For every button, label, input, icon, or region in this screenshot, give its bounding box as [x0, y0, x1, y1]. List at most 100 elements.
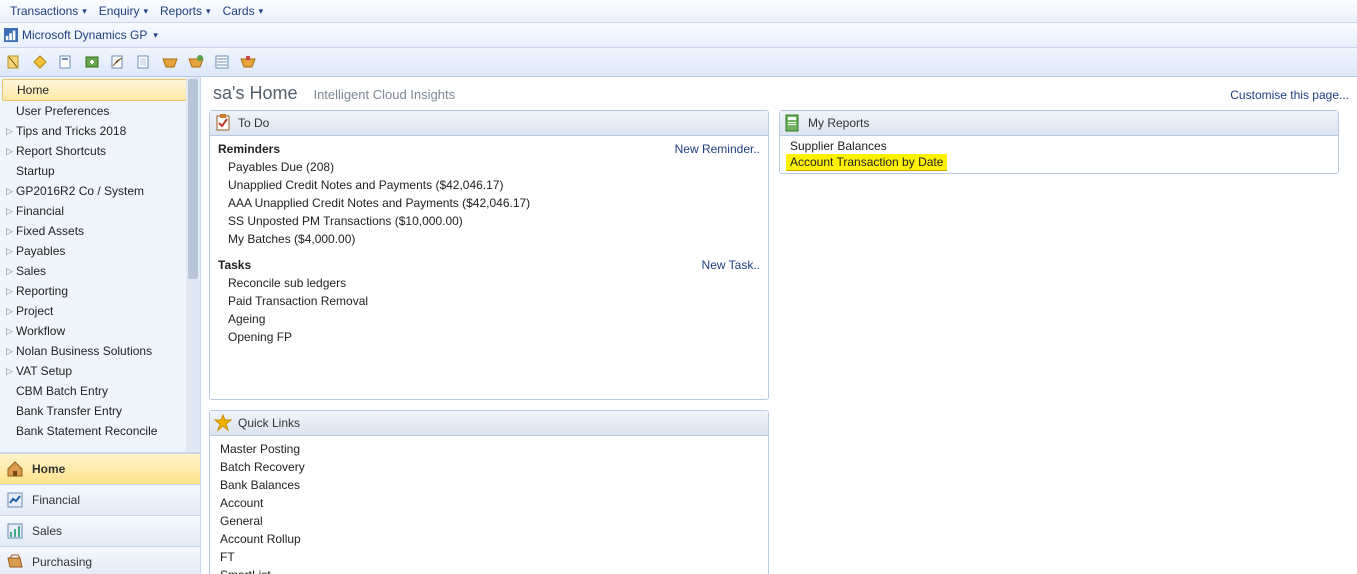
nav-item-financial[interactable]: ▷Financial [0, 201, 200, 221]
nav-tree: Home User Preferences ▷Tips and Tricks 201… [0, 77, 200, 453]
expand-triangle-icon: ▷ [6, 266, 16, 277]
reminder-item[interactable]: My Batches ($4,000.00) [218, 230, 760, 248]
menu-enquiry[interactable]: Enquiry ▾ [93, 2, 154, 20]
nav-item-vat-setup[interactable]: ▷VAT Setup [0, 361, 200, 381]
toolbar-btn-3[interactable] [56, 52, 76, 72]
nav-item-bank-statement-reconcile[interactable]: Bank Statement Reconcile [0, 421, 200, 441]
toolbar-btn-9[interactable] [212, 52, 232, 72]
toolbar-btn-5[interactable] [108, 52, 128, 72]
module-purchasing[interactable]: Purchasing [0, 546, 200, 574]
todo-header-label: To Do [238, 116, 269, 130]
reminder-item[interactable]: Payables Due (208) [218, 158, 760, 176]
nav-item-label: Workflow [16, 324, 65, 338]
task-item[interactable]: Ageing [218, 310, 760, 328]
nav-item-payables[interactable]: ▷Payables [0, 241, 200, 261]
module-sales[interactable]: Sales [0, 515, 200, 546]
menu-cards[interactable]: Cards ▾ [217, 2, 270, 20]
toolbar [0, 48, 1357, 77]
chevron-down-icon: ▾ [259, 6, 264, 17]
page-subtitle[interactable]: Intelligent Cloud Insights [313, 87, 455, 102]
nav-item-label: Sales [16, 264, 46, 278]
menu-transactions[interactable]: Transactions ▾ [4, 2, 93, 20]
purchasing-icon [6, 553, 24, 571]
chevron-down-icon: ▾ [143, 6, 148, 17]
chevron-down-icon[interactable]: ▾ [153, 30, 158, 41]
quicklinks-header-label: Quick Links [238, 416, 300, 430]
todo-body: Reminders New Reminder.. Payables Due (2… [210, 136, 768, 354]
toolbar-btn-1[interactable] [4, 52, 24, 72]
task-item[interactable]: Reconcile sub ledgers [218, 274, 760, 292]
nav-item-cbm-batch-entry[interactable]: CBM Batch Entry [0, 381, 200, 401]
nav-item-startup[interactable]: Startup [0, 161, 200, 181]
nav-item-label: Payables [16, 244, 65, 258]
myreport-item[interactable]: Supplier Balances [786, 138, 1332, 154]
customise-page-link[interactable]: Customise this page... [1230, 88, 1349, 102]
menu-label: Transactions [10, 4, 78, 18]
nav-item-label: User Preferences [16, 104, 109, 118]
nav-item-report-shortcuts[interactable]: ▷Report Shortcuts [0, 141, 200, 161]
expand-triangle-icon: ▷ [6, 126, 16, 137]
nav-item-user-preferences[interactable]: User Preferences [0, 101, 200, 121]
todo-panel-header: To Do [210, 111, 768, 136]
nav-item-nolan-business-solutions[interactable]: ▷Nolan Business Solutions [0, 341, 200, 361]
home-icon [6, 460, 24, 478]
quicklink-item[interactable]: Account [218, 494, 760, 512]
todo-panel: To Do Reminders New Reminder.. Payables … [209, 110, 769, 400]
module-financial[interactable]: Financial [0, 484, 200, 515]
expand-triangle-icon: ▷ [6, 206, 16, 217]
expand-triangle-icon: ▷ [6, 346, 16, 357]
menu-label: Reports [160, 4, 202, 18]
nav-item-label: CBM Batch Entry [16, 384, 108, 398]
module-label: Financial [32, 493, 80, 507]
toolbar-btn-10[interactable] [238, 52, 258, 72]
tasks-heading: Tasks [218, 258, 251, 272]
star-icon [214, 414, 232, 432]
quicklink-item[interactable]: SmartList [218, 566, 760, 574]
quicklink-item[interactable]: Account Rollup [218, 530, 760, 548]
quicklink-item[interactable]: Master Posting [218, 440, 760, 458]
nav-item-project[interactable]: ▷Project [0, 301, 200, 321]
new-reminder-link[interactable]: New Reminder.. [675, 142, 760, 156]
nav-item-home[interactable]: Home [2, 79, 198, 101]
menu-reports[interactable]: Reports ▾ [154, 2, 217, 20]
nav-item-tips-and-tricks-2018[interactable]: ▷Tips and Tricks 2018 [0, 121, 200, 141]
toolbar-btn-7[interactable] [160, 52, 180, 72]
myreport-item[interactable]: Account Transaction by Date [786, 154, 1332, 171]
toolbar-btn-6[interactable] [134, 52, 154, 72]
reminder-item[interactable]: Unapplied Credit Notes and Payments ($42… [218, 176, 760, 194]
scrollbar[interactable] [186, 77, 200, 452]
quicklink-item[interactable]: Batch Recovery [218, 458, 760, 476]
financial-icon [6, 491, 24, 509]
nav-item-sales[interactable]: ▷Sales [0, 261, 200, 281]
module-home[interactable]: Home [0, 453, 200, 484]
expand-triangle-icon: ▷ [6, 366, 16, 377]
nav-item-label: Fixed Assets [16, 224, 84, 238]
nav-item-reporting[interactable]: ▷Reporting [0, 281, 200, 301]
nav-item-label: Bank Transfer Entry [16, 404, 122, 418]
nav-item-label: VAT Setup [16, 364, 72, 378]
task-item[interactable]: Paid Transaction Removal [218, 292, 760, 310]
expand-triangle-icon: ▷ [6, 326, 16, 337]
content-area: sa's Home Intelligent Cloud Insights Cus… [201, 77, 1357, 574]
reports-icon [784, 114, 802, 132]
nav-item-gp2016r2-co-system[interactable]: ▷GP2016R2 Co / System [0, 181, 200, 201]
toolbar-btn-4[interactable] [82, 52, 102, 72]
reminder-item[interactable]: SS Unposted PM Transactions ($10,000.00) [218, 212, 760, 230]
toolbar-btn-8[interactable] [186, 52, 206, 72]
scrollbar-thumb[interactable] [188, 79, 198, 279]
nav-item-bank-transfer-entry[interactable]: Bank Transfer Entry [0, 401, 200, 421]
new-task-link[interactable]: New Task.. [702, 258, 760, 272]
nav-item-workflow[interactable]: ▷Workflow [0, 321, 200, 341]
quicklink-item[interactable]: FT [218, 548, 760, 566]
quicklink-item[interactable]: Bank Balances [218, 476, 760, 494]
toolbar-btn-2[interactable] [30, 52, 50, 72]
expand-triangle-icon: ▷ [6, 286, 16, 297]
nav-item-fixed-assets[interactable]: ▷Fixed Assets [0, 221, 200, 241]
nav-item-label: Startup [16, 164, 55, 178]
clipboard-icon [214, 114, 232, 132]
quicklink-item[interactable]: General [218, 512, 760, 530]
app-title[interactable]: Microsoft Dynamics GP [22, 28, 147, 42]
reminder-item[interactable]: AAA Unapplied Credit Notes and Payments … [218, 194, 760, 212]
task-item[interactable]: Opening FP [218, 328, 760, 346]
page-title: sa's Home [213, 83, 297, 104]
